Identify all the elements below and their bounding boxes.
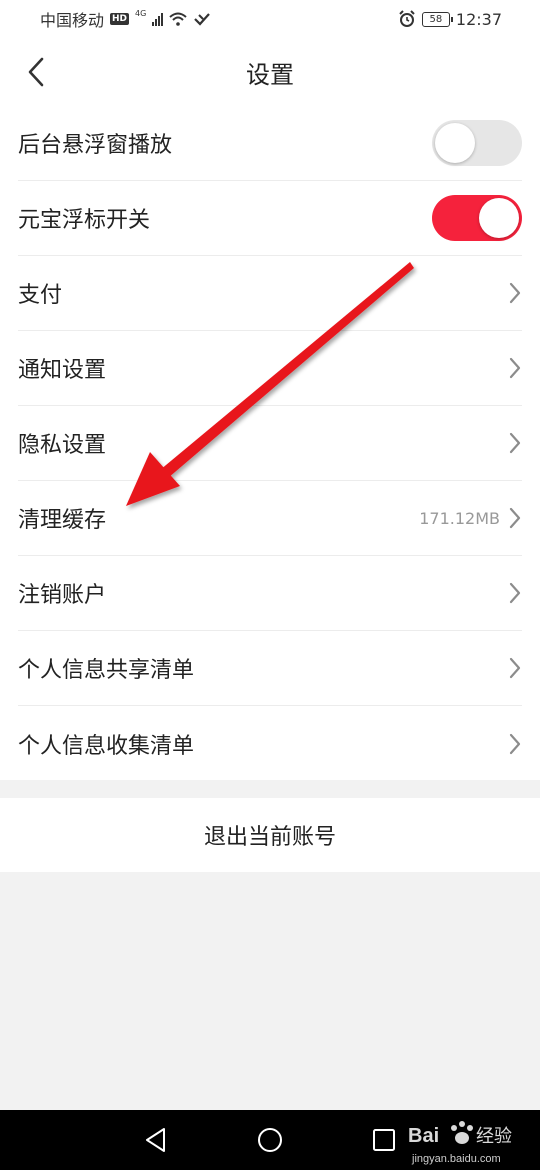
- hd-badge: HD: [110, 13, 130, 25]
- signal-icon: [152, 12, 164, 26]
- chevron-right-icon: [509, 582, 521, 604]
- header: 设置: [0, 38, 540, 106]
- chevron-left-icon: [28, 57, 44, 87]
- setting-row-payment[interactable]: 支付: [18, 256, 522, 331]
- row-right: [508, 732, 522, 756]
- baidu-jingyan-watermark: Bai 经验 jingyan.baidu.com: [402, 1110, 532, 1170]
- setting-label: 通知设置: [18, 358, 107, 383]
- battery-level: 58: [429, 13, 443, 25]
- cache-size: 171.12MB: [419, 508, 500, 528]
- carrier-label: 中国移动: [40, 11, 105, 30]
- svg-text:Bai: Bai: [408, 1125, 439, 1147]
- toggle-knob: [435, 123, 475, 163]
- svg-text:经验: 经验: [476, 1126, 512, 1147]
- setting-label: 后台悬浮窗播放: [18, 133, 173, 158]
- battery-icon: 58: [421, 11, 453, 27]
- wifi-icon: [169, 12, 187, 26]
- row-right: [508, 581, 522, 605]
- chevron-right-icon: [509, 357, 521, 379]
- row-right: 171.12MB: [419, 506, 522, 530]
- setting-label: 个人信息收集清单: [18, 733, 195, 759]
- square-recents-icon: [373, 1129, 395, 1151]
- row-right: [508, 656, 522, 680]
- setting-label: 个人信息共享清单: [18, 658, 195, 683]
- svg-text:jingyan.baidu.com: jingyan.baidu.com: [411, 1153, 501, 1165]
- chevron-right-icon: [509, 507, 521, 529]
- nav-home-button[interactable]: [254, 1124, 286, 1156]
- yuanbao-float-toggle[interactable]: [432, 195, 522, 241]
- chevron-right-icon: [509, 282, 521, 304]
- chevron-right-icon: [509, 432, 521, 454]
- screen: 中国移动 HD 4G 58 12:37 设置 后台悬浮窗播放 元宝浮标开关 支付…: [0, 0, 540, 1170]
- settings-list: 后台悬浮窗播放 元宝浮标开关 支付 通知设置 隐私设置 清理缓存 171.12M…: [0, 106, 540, 780]
- setting-row-clear-cache[interactable]: 清理缓存 171.12MB: [18, 481, 522, 556]
- alarm-icon: [399, 10, 415, 27]
- setting-row-yuanbao-float: 元宝浮标开关: [18, 181, 522, 256]
- page-title: 设置: [246, 60, 294, 89]
- setting-label: 注销账户: [18, 583, 107, 608]
- setting-label: 支付: [18, 283, 63, 308]
- nav-recents-button[interactable]: [368, 1124, 400, 1156]
- link-icon: [194, 13, 211, 26]
- row-right: [508, 431, 522, 455]
- floating-window-toggle[interactable]: [432, 120, 522, 166]
- baidu-paw-logo: Bai 经验 jingyan.baidu.com: [408, 1121, 512, 1165]
- setting-label: 清理缓存: [18, 508, 107, 533]
- setting-row-info-sharing-list[interactable]: 个人信息共享清单: [18, 631, 522, 706]
- setting-row-notifications[interactable]: 通知设置: [18, 331, 522, 406]
- status-bar: 中国移动 HD 4G 58 12:37: [0, 0, 540, 38]
- row-right: [508, 281, 522, 305]
- status-left: 中国移动 HD 4G: [40, 7, 211, 31]
- setting-label: 元宝浮标开关: [18, 208, 151, 233]
- toggle-knob: [479, 198, 519, 238]
- row-right: [508, 356, 522, 380]
- setting-row-floating-window: 后台悬浮窗播放: [18, 106, 522, 181]
- chevron-right-icon: [509, 733, 521, 754]
- clock: 12:37: [455, 9, 502, 29]
- network-label: 4G: [135, 8, 147, 18]
- chevron-right-icon: [509, 657, 521, 679]
- logout-button[interactable]: 退出当前账号: [0, 798, 540, 872]
- logout-label: 退出当前账号: [203, 825, 336, 850]
- setting-label: 隐私设置: [18, 433, 107, 458]
- setting-row-delete-account[interactable]: 注销账户: [18, 556, 522, 631]
- back-button[interactable]: [18, 52, 54, 92]
- nav-back-button[interactable]: [140, 1124, 172, 1156]
- setting-row-privacy[interactable]: 隐私设置: [18, 406, 522, 481]
- setting-row-info-collection-list[interactable]: 个人信息收集清单: [18, 706, 522, 781]
- triangle-back-icon: [146, 1128, 165, 1152]
- status-right: 58 12:37: [398, 10, 502, 29]
- circle-home-icon: [258, 1128, 282, 1152]
